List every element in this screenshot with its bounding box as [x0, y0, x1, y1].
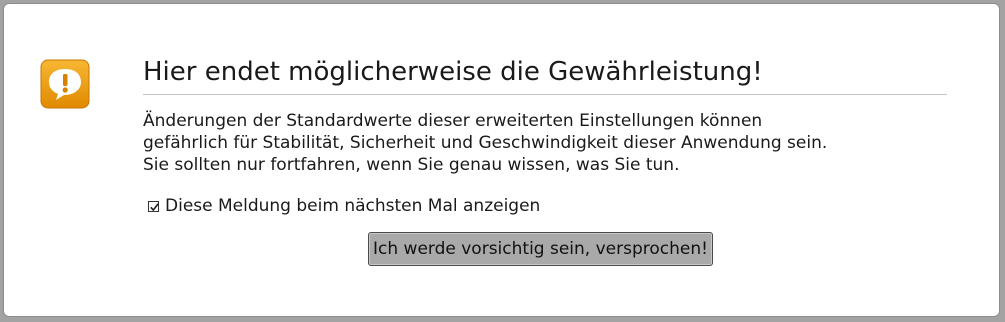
checkmark-icon	[150, 202, 159, 211]
show-warning-checkbox-row[interactable]: Diese Meldung beim nächsten Mal anzeigen	[148, 195, 540, 217]
warning-speech-bubble-icon	[40, 59, 90, 109]
dialog-title: Hier endet möglicherweise die Gewährleis…	[143, 56, 947, 95]
show-warning-checkbox-label: Diese Meldung beim nächsten Mal anzeigen	[165, 196, 541, 216]
warning-message: Änderungen der Standardwerte dieser erwe…	[143, 110, 953, 176]
message-line: gefährlich für Stabilität, Sicherheit un…	[143, 133, 828, 153]
message-line: Sie sollten nur fortfahren, wenn Sie gen…	[143, 155, 680, 175]
show-warning-checkbox[interactable]	[148, 200, 159, 212]
message-line: Änderungen der Standardwerte dieser erwe…	[143, 111, 763, 131]
confirm-careful-button[interactable]: Ich werde vorsichtig sein, versprochen!	[368, 232, 713, 266]
warning-dialog: Hier endet möglicherweise die Gewährleis…	[3, 3, 1000, 317]
